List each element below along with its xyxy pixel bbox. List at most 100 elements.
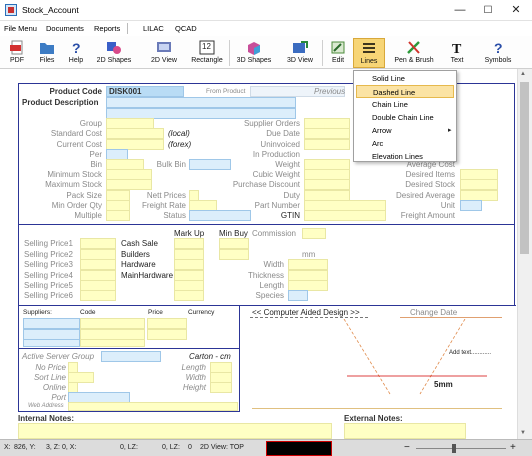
supplier-row1-price[interactable] xyxy=(147,318,187,329)
cad-add-text[interactable]: Add text............ xyxy=(449,350,491,356)
minimize-button[interactable]: — xyxy=(446,0,474,21)
unit-field[interactable] xyxy=(460,200,482,211)
text-button[interactable]: T Text xyxy=(442,38,472,68)
bulk-bin-label: Bulk Bin xyxy=(156,160,186,169)
previous-label[interactable]: Previous xyxy=(314,87,345,96)
menu-item-dashed-line[interactable]: Dashed Line xyxy=(356,85,454,98)
cad-top-border xyxy=(240,305,516,306)
help-button[interactable]: ? Help xyxy=(62,38,90,68)
due-date-label: Due Date xyxy=(266,129,300,138)
scroll-down-icon[interactable]: ▼ xyxy=(520,430,526,436)
maximum-stock-field[interactable] xyxy=(106,179,152,190)
supplier-row2-price[interactable] xyxy=(147,329,187,340)
cad-drawing-canvas[interactable] xyxy=(250,319,512,419)
menu-lilac[interactable]: LILAC xyxy=(143,24,164,33)
selling-price6-field[interactable] xyxy=(80,290,116,301)
lines-button[interactable]: Lines xyxy=(353,38,385,68)
menu-item-elevation-lines[interactable]: Elevation Lines xyxy=(356,150,454,163)
status-color-swatch[interactable] xyxy=(266,441,332,456)
markup1-field[interactable] xyxy=(174,238,204,249)
active-server-group-field[interactable] xyxy=(101,351,161,362)
scroll-up-icon[interactable]: ▲ xyxy=(520,71,526,77)
commission-field[interactable] xyxy=(302,228,326,239)
view-2d-icon xyxy=(157,42,171,52)
supplier-row3-code[interactable] xyxy=(80,339,145,347)
product-description-field[interactable] xyxy=(106,97,296,108)
external-notes-field[interactable] xyxy=(344,423,466,439)
desired-stock-field[interactable] xyxy=(460,179,498,190)
product-code-field[interactable]: DISK001 xyxy=(106,86,184,97)
gtin-field[interactable] xyxy=(304,210,386,221)
markup6-field[interactable] xyxy=(174,290,204,301)
carton-height-field[interactable] xyxy=(210,382,232,393)
uninvoiced-field[interactable] xyxy=(304,139,350,150)
menu-bar: File Menu Documents Reports LILAC QCAD xyxy=(0,21,532,36)
product-code-label: Product Code xyxy=(49,87,102,96)
symbols-button[interactable]: ? Symbols xyxy=(476,38,520,68)
min-order-qty-label: Min Order Qty xyxy=(51,201,102,210)
menu-item-double-chain-line[interactable]: Double Chain Line xyxy=(356,111,454,124)
supplier-row1-name[interactable] xyxy=(23,318,80,329)
minbuy1-field[interactable] xyxy=(219,238,249,249)
edit-button[interactable]: Edit xyxy=(324,38,352,68)
code-label: Code xyxy=(80,309,96,316)
length-label: Length xyxy=(259,281,284,290)
menu-qcad[interactable]: QCAD xyxy=(175,24,197,33)
toolbar-separator xyxy=(229,40,230,66)
multiple-field[interactable] xyxy=(106,210,130,221)
menu-item-arrow[interactable]: Arrow xyxy=(356,124,454,137)
cad-dimension-text[interactable]: 5mm xyxy=(434,380,453,389)
files-button[interactable]: Files xyxy=(32,38,62,68)
minbuy2-field[interactable] xyxy=(219,249,249,260)
selling-price3-field[interactable] xyxy=(80,259,116,270)
text-label: Text xyxy=(450,57,464,64)
vertical-scroll-thumb[interactable] xyxy=(520,82,529,254)
in-production-label: In Production xyxy=(252,150,300,159)
minimum-stock-label: Minimum Stock xyxy=(47,170,102,179)
zoom-slider-thumb[interactable] xyxy=(452,444,456,453)
suppliers-label: Suppliers: xyxy=(23,309,52,316)
pack-size-label: Pack Size xyxy=(66,191,102,200)
min-buy-label: Min Buy xyxy=(219,229,248,238)
supplier-row3-name[interactable] xyxy=(23,339,80,347)
group-label: Group xyxy=(79,119,102,128)
menu-reports[interactable]: Reports xyxy=(94,24,120,33)
zoom-out-button[interactable]: − xyxy=(404,442,410,453)
shapes3d-button[interactable]: 3D Shapes xyxy=(232,38,276,68)
menu-documents[interactable]: Documents xyxy=(46,24,84,33)
freight-rate-label: Freight Rate xyxy=(141,201,186,210)
thickness-label: Thickness xyxy=(247,271,284,280)
width-field[interactable] xyxy=(288,259,328,270)
help-icon: ? xyxy=(72,40,81,55)
view2d-button[interactable]: 2D View xyxy=(143,38,185,68)
rectangle-button[interactable]: 12 Rectangle xyxy=(188,38,226,68)
supplier-row1-code[interactable] xyxy=(80,318,145,329)
species-field[interactable] xyxy=(288,290,308,301)
shapes2d-button[interactable]: 2D Shapes xyxy=(92,38,136,68)
maximize-button[interactable]: ☐ xyxy=(474,0,502,21)
markup3-field[interactable] xyxy=(174,259,204,270)
zoom-in-button[interactable]: + xyxy=(510,442,516,453)
web-address-field[interactable] xyxy=(68,402,238,411)
pdf-button[interactable]: PDF xyxy=(2,38,32,68)
pen-brush-button[interactable]: Pen & Brush xyxy=(388,38,440,68)
menu-item-arc[interactable]: Arc xyxy=(356,137,454,150)
edit-icon xyxy=(331,41,345,54)
sort-line-label: Sort Line xyxy=(33,373,66,382)
purchase-discount-field[interactable] xyxy=(304,179,350,190)
menu-item-solid-line[interactable]: Solid Line xyxy=(356,72,454,85)
external-notes-label: External Notes: xyxy=(344,414,403,423)
view3d-button[interactable]: 3D View xyxy=(280,38,320,68)
menu-item-chain-line[interactable]: Chain Line xyxy=(356,98,454,111)
status-y-value: 3, Z: xyxy=(46,444,61,451)
close-button[interactable]: ✕ xyxy=(502,0,530,21)
zoom-slider-track[interactable] xyxy=(416,448,506,449)
due-date-field[interactable] xyxy=(304,128,350,139)
status-x-label: X: xyxy=(4,444,11,451)
standard-cost-field[interactable] xyxy=(106,128,164,139)
carton-label: Carton - cm xyxy=(189,352,231,361)
internal-notes-field[interactable] xyxy=(18,423,332,439)
selling-price1-field[interactable] xyxy=(80,238,116,249)
title-bar: Stock_Account — ☐ ✕ xyxy=(0,0,532,21)
menu-file[interactable]: File Menu xyxy=(4,24,37,33)
